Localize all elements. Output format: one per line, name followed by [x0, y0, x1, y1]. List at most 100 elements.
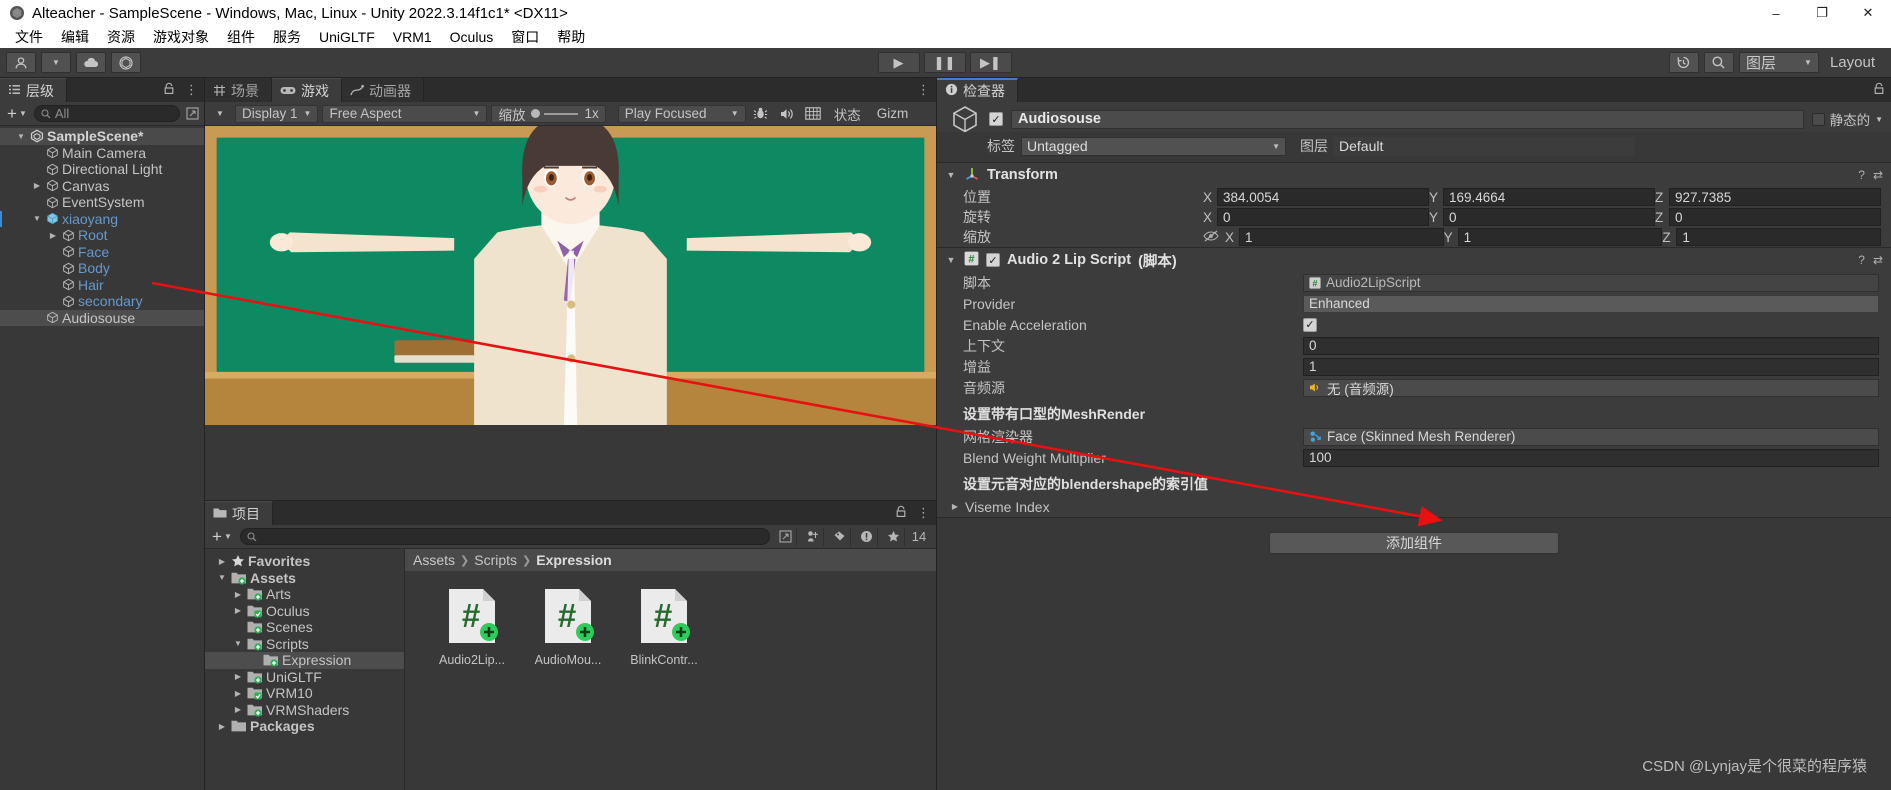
asset-item[interactable]: # Audio2Lip... [433, 587, 511, 667]
save-search-icon[interactable] [775, 527, 797, 546]
menu-item-9[interactable]: 窗口 [502, 25, 548, 49]
chevron-right-icon[interactable]: ▶ [31, 165, 43, 174]
chevron-right-icon[interactable]: ▶ [232, 705, 244, 714]
chevron-right-icon[interactable]: ▶ [216, 722, 228, 731]
project-tree-item-scenes[interactable]: ▶ Scenes [205, 619, 404, 636]
tab-animator[interactable]: 动画器 [342, 78, 424, 102]
kebab-icon[interactable]: ⇄ [1873, 168, 1883, 182]
kebab-icon[interactable]: ⋮ [185, 82, 198, 98]
project-tree-item-vrmshaders[interactable]: ▶ VRMShaders [205, 702, 404, 719]
project-tree-item-scripts[interactable]: ▼ Scripts [205, 636, 404, 653]
tab-scene[interactable]: 场景 [205, 78, 272, 102]
script-enabled-checkbox[interactable]: ✓ [986, 253, 1000, 267]
axis-value-input[interactable]: 927.7385 [1669, 188, 1881, 206]
menu-item-7[interactable]: VRM1 [384, 27, 441, 47]
transform-header[interactable]: ▼ Transform ? ⇄ [937, 163, 1891, 187]
menu-item-3[interactable]: 游戏对象 [144, 25, 218, 49]
script-header[interactable]: ▼ # ✓ Audio 2 Lip Script (脚本) ? ⇄ [937, 248, 1891, 272]
slider-knob[interactable] [531, 109, 541, 118]
gameview-aspect-caret[interactable]: ▼ [209, 105, 231, 123]
cloud-button[interactable] [76, 52, 106, 73]
label-icon[interactable] [829, 527, 851, 546]
axis-value-input[interactable]: 0 [1669, 208, 1881, 226]
chevron-right-icon[interactable]: ▶ [47, 264, 59, 273]
static-toggle[interactable]: 静态的 ▼ [1811, 109, 1883, 129]
object-name-field[interactable]: Audiosouse [1011, 109, 1804, 129]
tab-game[interactable]: 游戏 [272, 78, 342, 102]
gizmos-button[interactable]: Gizm [871, 105, 915, 123]
frame-icon[interactable] [802, 105, 824, 123]
chevron-right-icon[interactable]: ▶ [31, 148, 43, 157]
breadcrumb-item-expression[interactable]: Expression [536, 552, 611, 568]
project-tree-item-packages[interactable]: ▶ Packages [205, 718, 404, 735]
hidden-count[interactable]: 14 [910, 528, 932, 546]
chevron-down-icon[interactable]: ▼ [232, 639, 244, 648]
axis-value-input[interactable]: 1 [1676, 228, 1882, 246]
axis-value-input[interactable]: 1 [1239, 228, 1444, 246]
project-add-button[interactable]: + ▼ [209, 527, 235, 547]
warning-icon[interactable] [856, 527, 878, 546]
hierarchy-search-input[interactable]: All [33, 105, 180, 122]
hierarchy-item-main-camera[interactable]: ▶ Main Camera [0, 145, 204, 162]
chevron-right-icon[interactable]: ▶ [47, 231, 59, 240]
account-dropdown[interactable]: ▼ [41, 52, 71, 73]
chevron-right-icon[interactable]: ▶ [216, 557, 228, 566]
hierarchy-item-xiaoyang[interactable]: ▼ xiaoyang [0, 210, 204, 227]
minimize-button[interactable]: – [1753, 0, 1799, 26]
chevron-down-icon[interactable]: ▼ [15, 132, 27, 141]
hierarchy-filter-icon[interactable] [184, 106, 200, 122]
object-enabled-checkbox[interactable]: ✓ [989, 112, 1003, 126]
playmode-dropdown[interactable]: Play Focused ▼ [617, 104, 746, 123]
stats-button[interactable]: 状态 [828, 105, 867, 123]
chevron-right-icon[interactable]: ▶ [47, 297, 59, 306]
chevron-right-icon[interactable]: ▶ [232, 689, 244, 698]
chevron-right-icon[interactable]: ▶ [232, 623, 244, 632]
网格渲染器-object-field[interactable]: Face (Skinned Mesh Renderer) [1303, 427, 1879, 446]
menu-item-6[interactable]: UniGLTF [310, 27, 384, 47]
static-checkbox[interactable] [1811, 112, 1825, 126]
breadcrumb-item-scripts[interactable]: Scripts [474, 552, 517, 568]
account-button[interactable] [6, 52, 36, 73]
hierarchy-item-audiosouse[interactable]: ▶ Audiosouse [0, 309, 204, 326]
provider-dropdown[interactable]: Enhanced [1303, 294, 1879, 313]
asset-item[interactable]: # BlinkContr... [625, 587, 703, 667]
lock-icon[interactable] [1873, 82, 1885, 98]
aspect-dropdown[interactable]: Free Aspect ▼ [322, 104, 488, 123]
history-icon[interactable] [1668, 52, 1699, 73]
hierarchy-item-body[interactable]: ▶ Body [0, 260, 204, 277]
chevron-right-icon[interactable]: ▶ [47, 247, 59, 256]
chevron-down-icon[interactable]: ▼ [216, 573, 228, 582]
enable-acceleration-checkbox[interactable]: ✓ [1303, 317, 1317, 332]
favorite-icon[interactable] [883, 527, 905, 546]
chevron-right-icon[interactable]: ▶ [248, 656, 260, 665]
tab-inspector[interactable]: 检查器 [937, 78, 1018, 102]
hierarchy-item-face[interactable]: ▶ Face [0, 244, 204, 261]
axis-value-input[interactable]: 1 [1457, 228, 1663, 246]
hierarchy-item-secondary[interactable]: ▶ secondary [0, 293, 204, 310]
kebab-icon[interactable]: ⋮ [917, 505, 930, 521]
hierarchy-add-button[interactable]: + ▼ [4, 104, 30, 124]
kebab-icon[interactable]: ⇄ [1873, 253, 1883, 267]
脚本-object-field[interactable]: # Audio2LipScript [1303, 273, 1879, 292]
tag-dropdown[interactable]: Untagged ▼ [1021, 136, 1286, 156]
uniform-scale-lock-icon[interactable] [1203, 229, 1219, 245]
上下文-input[interactable]: 0 [1303, 336, 1879, 355]
asset-item[interactable]: # AudioMou... [529, 587, 607, 667]
help-icon[interactable]: ? [1858, 253, 1865, 267]
lock-icon[interactable] [895, 505, 907, 521]
menu-item-10[interactable]: 帮助 [548, 25, 594, 49]
chevron-right-icon[interactable]: ▶ [47, 280, 59, 289]
chevron-right-icon[interactable]: ▶ [949, 502, 961, 511]
axis-value-input[interactable]: 169.4664 [1443, 188, 1655, 206]
help-icon[interactable]: ? [1858, 168, 1865, 182]
layer-dropdown[interactable]: Default [1334, 136, 1634, 156]
chevron-down-icon[interactable]: ▼ [945, 255, 957, 265]
chevron-down-icon[interactable]: ▼ [31, 214, 43, 223]
unity-services-button[interactable] [111, 52, 141, 73]
mute-audio-icon[interactable] [776, 105, 798, 123]
project-tree-item-vrm10[interactable]: ▶ VRM10 [205, 685, 404, 702]
zoom-slider-track[interactable] [531, 109, 579, 118]
chevron-right-icon[interactable]: ▶ [232, 590, 244, 599]
hierarchy-item-canvas[interactable]: ▶ Canvas [0, 178, 204, 195]
hierarchy-item-eventsystem[interactable]: ▶ EventSystem [0, 194, 204, 211]
